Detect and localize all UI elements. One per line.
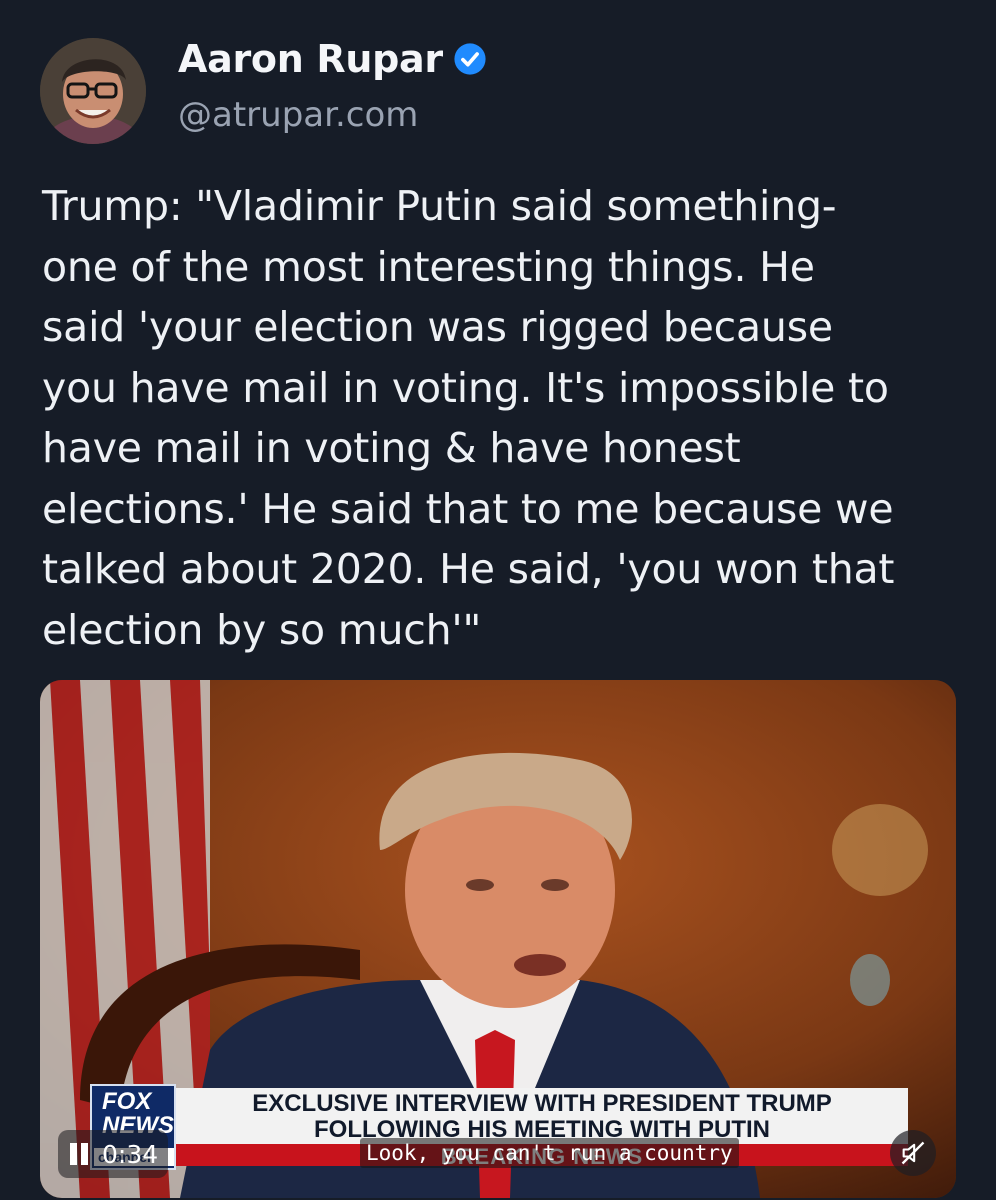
display-name[interactable]: Aaron Rupar	[178, 37, 443, 81]
post-text: Trump: "Vladimir Putin said something- o…	[42, 182, 895, 654]
post-card: Aaron Rupar @atrupar.com Trump: "Vladimi…	[0, 0, 996, 1200]
display-name-row: Aaron Rupar	[178, 37, 487, 81]
playback-controls: 0:34	[58, 1130, 169, 1178]
author-handle[interactable]: @atrupar.com	[178, 95, 487, 135]
verified-check-badge-icon	[453, 42, 487, 76]
mute-button[interactable]	[890, 1130, 936, 1176]
author-names: Aaron Rupar @atrupar.com	[178, 37, 487, 135]
video-caption: Look, you can't run a country	[360, 1138, 739, 1168]
video-time: 0:34	[102, 1139, 159, 1169]
author-row: Aaron Rupar @atrupar.com	[40, 37, 487, 144]
speaker-muted-icon	[901, 1141, 925, 1165]
pause-icon[interactable]	[68, 1141, 90, 1167]
video-player[interactable]: EXCLUSIVE INTERVIEW WITH PRESIDENT TRUMP…	[40, 680, 956, 1198]
avatar[interactable]	[40, 38, 146, 144]
chyron-headline: EXCLUSIVE INTERVIEW WITH PRESIDENT TRUMP…	[176, 1088, 908, 1144]
